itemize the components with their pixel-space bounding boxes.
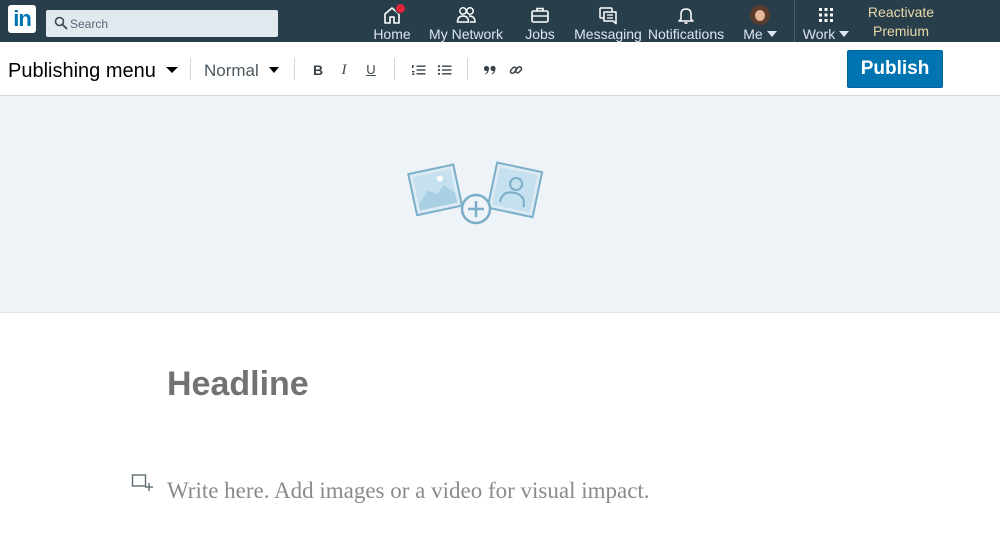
- nav-work-label: Work: [798, 26, 854, 42]
- linkedin-logo[interactable]: in: [8, 5, 36, 33]
- bold-button[interactable]: B: [308, 60, 328, 80]
- bulleted-list-icon: [437, 65, 452, 75]
- nav-messaging[interactable]: Messaging: [571, 0, 645, 42]
- search-box[interactable]: [46, 10, 278, 37]
- italic-icon: I: [341, 62, 347, 78]
- headline-field[interactable]: Headline: [167, 364, 867, 404]
- text-style-label: Normal: [204, 61, 259, 80]
- nav-notifications[interactable]: Notifications: [645, 0, 727, 42]
- grid-icon: [819, 8, 833, 22]
- bulleted-list-button[interactable]: [435, 60, 455, 80]
- premium-line-1: Reactivate: [867, 4, 935, 20]
- quote-button[interactable]: [480, 60, 500, 80]
- italic-button[interactable]: I: [334, 60, 354, 80]
- underline-icon: U: [366, 62, 376, 77]
- chevron-down-icon: [766, 31, 777, 38]
- notification-badge: [395, 3, 406, 14]
- publishing-menu-label: Publishing menu: [8, 60, 156, 82]
- top-navigation-bar: in Home My Network Jobs: [0, 0, 1000, 42]
- nav-messaging-label: Messaging: [574, 26, 642, 42]
- add-cover-image-icon: [407, 161, 544, 225]
- bold-icon: B: [312, 62, 324, 78]
- reactivate-premium-link[interactable]: Reactivate Premium: [858, 3, 944, 41]
- underline-button[interactable]: U: [361, 60, 381, 80]
- search-icon: [54, 16, 68, 30]
- caret-down-icon: [268, 67, 279, 74]
- avatar: [750, 5, 770, 25]
- toolbar-divider: [294, 58, 295, 80]
- add-media-icon[interactable]: [131, 472, 153, 492]
- quote-icon: [483, 65, 496, 75]
- chevron-down-icon: [839, 31, 850, 38]
- messaging-icon: [599, 7, 617, 25]
- logo-text: in: [13, 6, 32, 31]
- nav-work[interactable]: Work: [798, 0, 854, 42]
- nav-home[interactable]: Home: [370, 0, 414, 42]
- premium-line-2: Premium: [872, 23, 929, 39]
- nav-jobs[interactable]: Jobs: [520, 0, 560, 42]
- cover-image-upload-area[interactable]: [0, 97, 1000, 313]
- numbered-list-button[interactable]: [409, 60, 429, 80]
- nav-notifications-label: Notifications: [647, 26, 725, 42]
- nav-my-network[interactable]: My Network: [423, 0, 509, 42]
- text-style-dropdown[interactable]: Normal: [204, 61, 279, 83]
- nav-my-network-label: My Network: [429, 26, 503, 42]
- bell-icon: [678, 8, 694, 24]
- nav-jobs-label: Jobs: [525, 26, 555, 42]
- my-network-icon: [456, 7, 476, 23]
- toolbar-divider: [467, 58, 468, 80]
- toolbar-divider: [394, 58, 395, 80]
- publishing-menu-dropdown[interactable]: Publishing menu: [8, 60, 178, 84]
- nav-divider: [794, 0, 795, 42]
- toolbar-divider: [190, 58, 191, 80]
- publish-button[interactable]: Publish: [847, 50, 943, 88]
- briefcase-icon: [531, 7, 549, 23]
- link-button[interactable]: [506, 60, 526, 80]
- numbered-list-icon: [412, 65, 426, 75]
- caret-down-icon: [165, 67, 178, 74]
- editor-toolbar: Publishing menu Normal B I U Publish: [0, 42, 1000, 96]
- link-icon: [509, 65, 523, 75]
- search-input[interactable]: [70, 13, 270, 34]
- nav-home-label: Home: [373, 26, 411, 42]
- article-body-field[interactable]: Write here. Add images or a video for vi…: [167, 476, 947, 506]
- nav-me-label: Me: [738, 26, 782, 42]
- nav-me[interactable]: Me: [738, 0, 782, 42]
